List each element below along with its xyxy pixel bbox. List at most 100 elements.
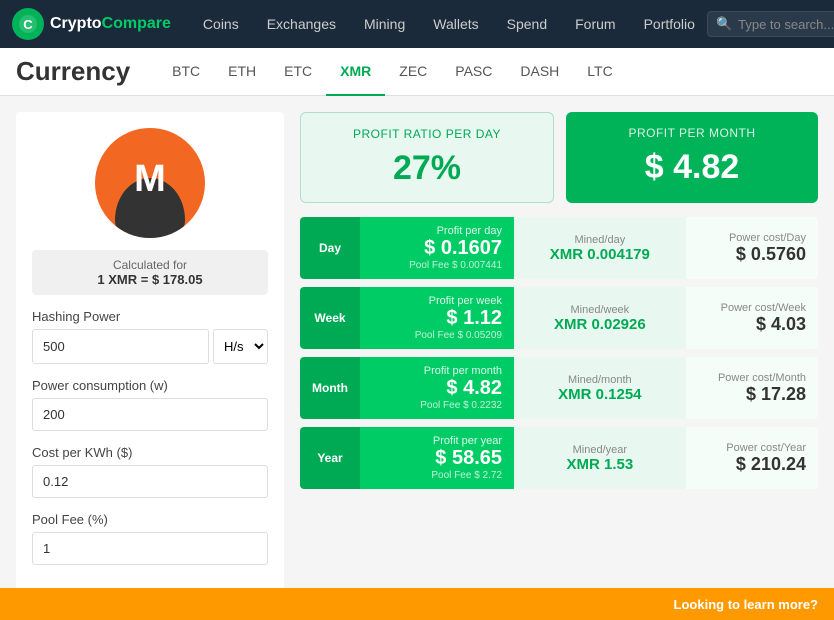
pool-fee-label: Pool Fee (%) — [32, 512, 268, 527]
row-mined-value: XMR 0.1254 — [558, 386, 641, 403]
power-consumption-label: Power consumption (w) — [32, 378, 268, 393]
hashing-power-input[interactable] — [32, 329, 209, 364]
row-mined-value: XMR 1.53 — [566, 456, 633, 473]
row-mined-label: Mined/week — [570, 304, 629, 316]
row-power-value: $ 0.5760 — [736, 244, 806, 265]
row-label-day: Day — [300, 217, 360, 279]
profit-month-label: PROFIT PER MONTH — [584, 126, 800, 140]
row-profit-cell-day: Profit per day $ 0.1607 Pool Fee $ 0.007… — [360, 217, 514, 279]
hashing-power-group: Hashing Power H/s KH/s MH/s GH/s TH/s — [32, 309, 268, 364]
row-profit-label: Profit per month — [424, 365, 502, 377]
row-power-cell-year: Power cost/Year $ 210.24 — [686, 427, 818, 489]
logo-text-crypto: Crypto — [50, 15, 102, 33]
row-mined-label: Mined/month — [568, 374, 632, 386]
currency-tab-dash[interactable]: DASH — [506, 48, 573, 96]
hashing-power-row: H/s KH/s MH/s GH/s TH/s — [32, 329, 268, 364]
calc-for-label: Calculated for — [40, 258, 260, 272]
row-power-value: $ 210.24 — [736, 454, 806, 475]
search-input[interactable] — [738, 17, 834, 32]
page-header: Currency BTCETHETCXMRZECPASCDASHLTC — [0, 48, 834, 96]
calc-info: Calculated for 1 XMR = $ 178.05 — [32, 250, 268, 295]
row-power-cell-week: Power cost/Week $ 4.03 — [686, 287, 818, 349]
row-mined-label: Mined/year — [573, 444, 627, 456]
cost-kwh-group: Cost per KWh ($) — [32, 445, 268, 498]
row-profit-cell-year: Profit per year $ 58.65 Pool Fee $ 2.72 — [360, 427, 514, 489]
nav-links: CoinsExchangesMiningWalletsSpendForumPor… — [191, 10, 707, 38]
profit-ratio-value: 27% — [319, 149, 535, 188]
profit-month-card: PROFIT PER MONTH $ 4.82 — [566, 112, 818, 203]
power-consumption-input[interactable] — [32, 398, 268, 431]
profit-ratio-card: PROFIT RATIO PER DAY 27% — [300, 112, 554, 203]
row-profit-value: $ 1.12 — [446, 307, 502, 330]
currency-tab-xmr[interactable]: XMR — [326, 48, 385, 96]
nav-link-spend[interactable]: Spend — [495, 10, 559, 38]
main-content: M Calculated for 1 XMR = $ 178.05 Hashin… — [0, 96, 834, 611]
bottom-bar: Looking to learn more? — [0, 588, 834, 620]
row-mined-cell-year: Mined/year XMR 1.53 — [514, 427, 686, 489]
power-consumption-group: Power consumption (w) — [32, 378, 268, 431]
row-mined-value: XMR 0.02926 — [554, 316, 646, 333]
profit-summary: PROFIT RATIO PER DAY 27% PROFIT PER MONT… — [300, 112, 818, 203]
search-icon: 🔍 — [716, 16, 732, 32]
search-bar: 🔍 — [707, 11, 834, 37]
logo-icon: C — [12, 8, 44, 40]
row-mined-cell-week: Mined/week XMR 0.02926 — [514, 287, 686, 349]
logo[interactable]: C Crypto Compare — [12, 8, 171, 40]
row-power-label: Power cost/Day — [729, 232, 806, 244]
pool-fee-group: Pool Fee (%) — [32, 512, 268, 565]
row-profit-label: Profit per week — [429, 295, 502, 307]
currency-tab-etc[interactable]: ETC — [270, 48, 326, 96]
row-power-cell-day: Power cost/Day $ 0.5760 — [686, 217, 818, 279]
row-profit-value: $ 0.1607 — [424, 237, 502, 260]
pool-fee-input[interactable] — [32, 532, 268, 565]
cost-kwh-input[interactable] — [32, 465, 268, 498]
row-profit-cell-month: Profit per month $ 4.82 Pool Fee $ 0.223… — [360, 357, 514, 419]
row-profit-fee: Pool Fee $ 0.007441 — [409, 260, 502, 271]
currency-tab-ltc[interactable]: LTC — [573, 48, 626, 96]
row-label-month: Month — [300, 357, 360, 419]
row-profit-value: $ 58.65 — [435, 447, 502, 470]
xmr-m-letter: M — [134, 158, 166, 201]
right-panel: PROFIT RATIO PER DAY 27% PROFIT PER MONT… — [300, 112, 818, 595]
row-power-label: Power cost/Week — [721, 302, 806, 314]
left-panel: M Calculated for 1 XMR = $ 178.05 Hashin… — [16, 112, 284, 595]
row-mined-value: XMR 0.004179 — [550, 246, 650, 263]
nav-link-forum[interactable]: Forum — [563, 10, 627, 38]
nav-link-exchanges[interactable]: Exchanges — [255, 10, 348, 38]
row-label-year: Year — [300, 427, 360, 489]
row-power-label: Power cost/Year — [726, 442, 806, 454]
row-power-value: $ 17.28 — [746, 384, 806, 405]
nav-link-portfolio[interactable]: Portfolio — [632, 10, 707, 38]
currency-tab-zec[interactable]: ZEC — [385, 48, 441, 96]
profit-ratio-label: PROFIT RATIO PER DAY — [319, 127, 535, 141]
cost-kwh-label: Cost per KWh ($) — [32, 445, 268, 460]
coin-logo-container: M — [32, 128, 268, 238]
currency-tab-pasc[interactable]: PASC — [441, 48, 506, 96]
row-power-label: Power cost/Month — [718, 372, 806, 384]
data-row-day: Day Profit per day $ 0.1607 Pool Fee $ 0… — [300, 217, 818, 279]
data-row-week: Week Profit per week $ 1.12 Pool Fee $ 0… — [300, 287, 818, 349]
row-power-cell-month: Power cost/Month $ 17.28 — [686, 357, 818, 419]
logo-text-compare: Compare — [102, 15, 171, 33]
currency-tab-eth[interactable]: ETH — [214, 48, 270, 96]
nav-link-mining[interactable]: Mining — [352, 10, 417, 38]
currency-tab-btc[interactable]: BTC — [158, 48, 214, 96]
row-profit-fee: Pool Fee $ 2.72 — [431, 470, 502, 481]
row-mined-cell-month: Mined/month XMR 0.1254 — [514, 357, 686, 419]
data-row-year: Year Profit per year $ 58.65 Pool Fee $ … — [300, 427, 818, 489]
hashing-power-label: Hashing Power — [32, 309, 268, 324]
hashing-power-unit-select[interactable]: H/s KH/s MH/s GH/s TH/s — [213, 329, 268, 364]
row-power-value: $ 4.03 — [756, 314, 806, 335]
nav-link-wallets[interactable]: Wallets — [421, 10, 490, 38]
svg-text:C: C — [23, 17, 33, 32]
row-mined-cell-day: Mined/day XMR 0.004179 — [514, 217, 686, 279]
profit-month-value: $ 4.82 — [584, 148, 800, 187]
row-profit-fee: Pool Fee $ 0.2232 — [420, 400, 502, 411]
row-profit-label: Profit per day — [437, 225, 502, 237]
currency-tabs: BTCETHETCXMRZECPASCDASHLTC — [158, 48, 627, 96]
page-title: Currency — [16, 56, 130, 87]
row-profit-value: $ 4.82 — [446, 377, 502, 400]
calc-rate: 1 XMR = $ 178.05 — [40, 272, 260, 287]
data-rows-container: Day Profit per day $ 0.1607 Pool Fee $ 0… — [300, 217, 818, 489]
nav-link-coins[interactable]: Coins — [191, 10, 251, 38]
